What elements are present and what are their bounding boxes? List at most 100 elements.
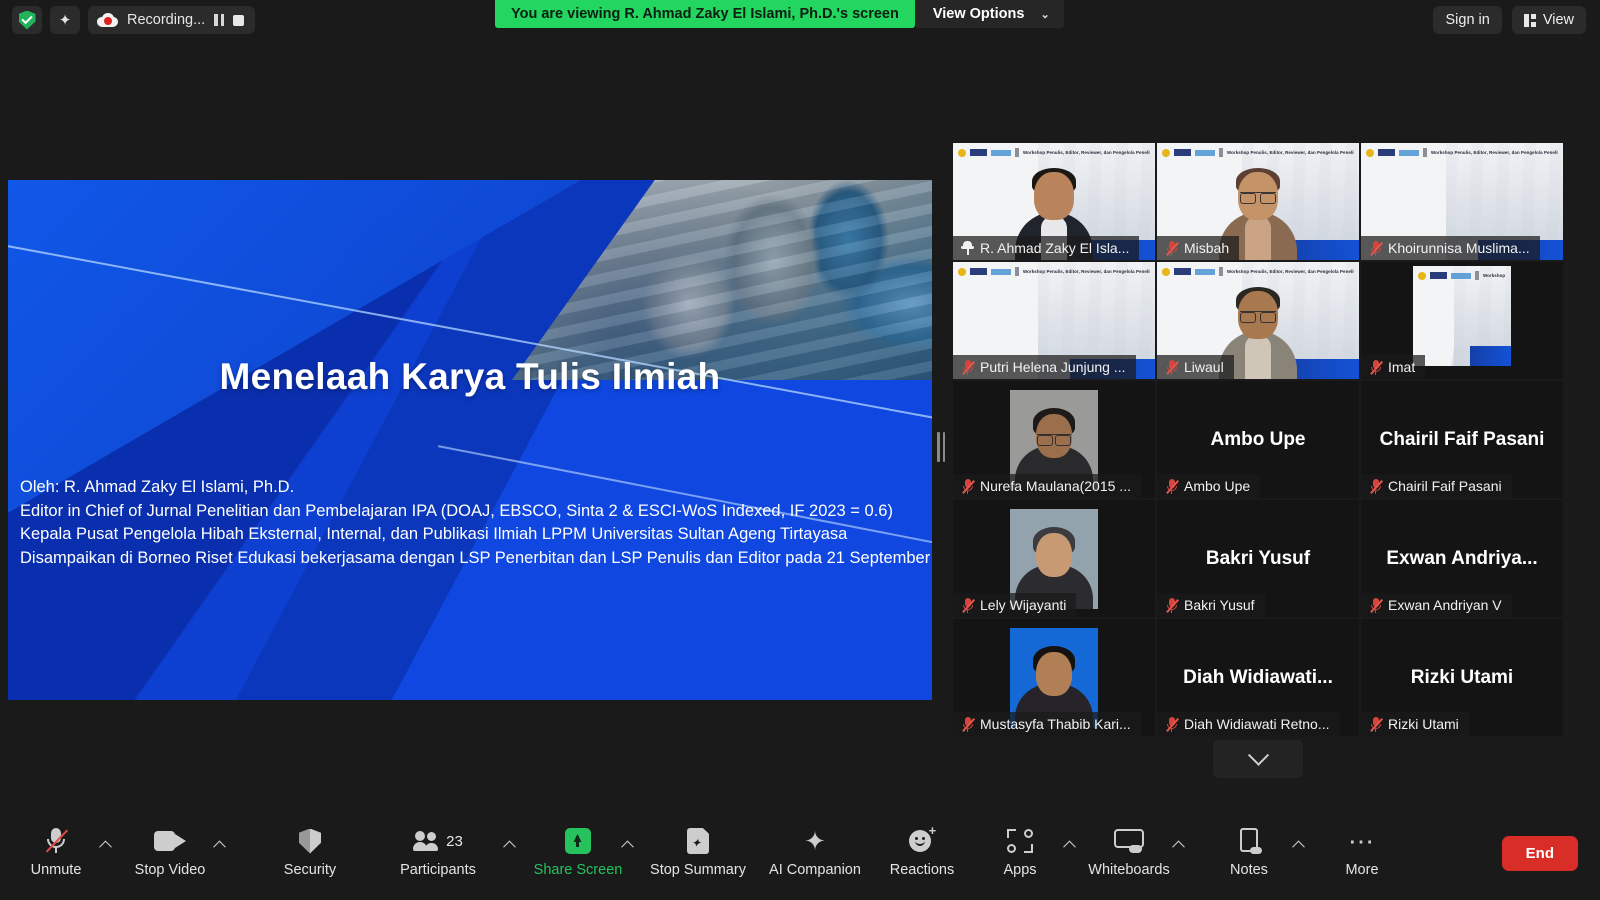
sign-in-label: Sign in bbox=[1445, 12, 1490, 28]
participant-tile[interactable]: Rizki Utami Rizki Utami bbox=[1361, 619, 1563, 736]
toolbar-participants-button[interactable]: 23 Participants bbox=[383, 826, 493, 878]
slide-line-4: Disampaikan di Borneo Riset Edukasi beke… bbox=[20, 548, 932, 567]
slide-header-text: Workshop Penulis, Editor, Reviewer, dan … bbox=[1023, 150, 1150, 155]
sign-in-button[interactable]: Sign in bbox=[1433, 6, 1502, 34]
notes-icon bbox=[1238, 826, 1262, 856]
slide-line-3: Kepala Pusat Pengelola Hibah Eksternal, … bbox=[20, 525, 848, 543]
toolbar-button-label: Notes bbox=[1230, 862, 1268, 878]
toolbar-reactions-button[interactable]: + Reactions bbox=[867, 824, 977, 878]
pause-recording-button[interactable] bbox=[214, 14, 225, 26]
slide-header-strip: Workshop Penulis, Editor, Reviewer, dan … bbox=[958, 148, 1150, 157]
security-shield-button[interactable] bbox=[12, 6, 42, 34]
toolbar-notes-button[interactable]: Notes bbox=[1194, 826, 1304, 878]
participant-name: Exwan Andriyan V bbox=[1388, 597, 1502, 613]
ellipsis-icon: ⋯ bbox=[1348, 826, 1376, 856]
tile-name-label: R. Ahmad Zaky El Isla... bbox=[953, 236, 1140, 260]
chevron-up-icon[interactable] bbox=[502, 838, 516, 852]
participant-tile[interactable]: Workshop Penulis, Editor, Reviewer, dan … bbox=[1361, 143, 1563, 260]
toolbar-button-label: Participants bbox=[400, 862, 476, 878]
ai-companion-button[interactable]: ✦ bbox=[50, 6, 80, 34]
participant-name: Ambo Upe bbox=[1184, 478, 1251, 494]
participant-name: Nurefa Maulana(2015 ... bbox=[980, 478, 1131, 494]
chevron-up-icon[interactable] bbox=[620, 838, 634, 852]
slide-header-text: Workshop Penulis, Editor, Reviewer, dan … bbox=[1227, 150, 1354, 155]
participant-name: Mustasyfa Thabib Kari... bbox=[980, 716, 1131, 732]
participant-tile[interactable]: Mustasyfa Thabib Kari... bbox=[953, 619, 1155, 736]
view-layout-button[interactable]: View bbox=[1511, 6, 1586, 34]
toolbar-security-button[interactable]: Security bbox=[255, 826, 365, 878]
stop-recording-button[interactable] bbox=[233, 14, 245, 26]
participant-tile[interactable]: Workshop Penulis, Editor, Reviewer, dan … bbox=[1157, 143, 1359, 260]
microphone-muted-icon bbox=[961, 359, 975, 375]
participant-tile[interactable]: Nurefa Maulana(2015 ... bbox=[953, 381, 1155, 498]
microphone-muted-icon bbox=[1369, 359, 1383, 375]
participants-count: 23 bbox=[446, 832, 463, 850]
chevron-up-icon[interactable] bbox=[212, 838, 226, 852]
reactions-icon: + bbox=[909, 824, 936, 856]
end-meeting-button[interactable]: End bbox=[1501, 836, 1578, 871]
shield-check-icon bbox=[18, 10, 36, 30]
cloud-recording-icon bbox=[97, 13, 118, 27]
chevron-up-icon[interactable] bbox=[1171, 838, 1185, 852]
toolbar-button-label: Share Screen bbox=[533, 862, 623, 878]
participant-tile[interactable]: Exwan Andriya... Exwan Andriyan V bbox=[1361, 500, 1563, 617]
slide-body-text: Oleh: R. Ahmad Zaky El Islami, Ph.D. Edi… bbox=[20, 476, 932, 569]
participant-tile[interactable]: Workshop Penulis, Editor, Imat bbox=[1361, 262, 1563, 379]
participant-name: R. Ahmad Zaky El Isla... bbox=[980, 240, 1130, 256]
toolbar-ai-companion-button[interactable]: ✦ AI Companion bbox=[760, 826, 870, 878]
participant-tile[interactable]: Ambo Upe Ambo Upe bbox=[1157, 381, 1359, 498]
participant-tile[interactable]: Chairil Faif Pasani Chairil Faif Pasani bbox=[1361, 381, 1563, 498]
participant-name: Imat bbox=[1388, 359, 1416, 375]
toolbar-whiteboards-button[interactable]: Whiteboards bbox=[1074, 826, 1184, 878]
gallery-scroll-down-button[interactable] bbox=[1213, 740, 1303, 778]
toolbar-stop-video-button[interactable]: Stop Video bbox=[115, 826, 225, 878]
tile-name-label: Chairil Faif Pasani bbox=[1361, 474, 1512, 498]
tile-name-label: Exwan Andriyan V bbox=[1361, 593, 1512, 617]
share-screen-icon bbox=[565, 826, 591, 856]
toolbar-button-label: Apps bbox=[1003, 862, 1037, 878]
chevron-up-icon[interactable] bbox=[98, 838, 112, 852]
participant-tile[interactable]: Workshop Penulis, Editor, Reviewer, dan … bbox=[953, 143, 1155, 260]
participant-name: Liwaul bbox=[1184, 359, 1224, 375]
toolbar-unmute-button[interactable]: Unmute bbox=[1, 826, 111, 878]
toolbar-more-button[interactable]: ⋯ More bbox=[1307, 826, 1417, 878]
participant-tile[interactable]: Workshop Penulis, Editor, Reviewer, dan … bbox=[1157, 262, 1359, 379]
shared-screen-content[interactable]: Menelaah Karya Tulis Ilmiah Oleh: R. Ahm… bbox=[8, 180, 932, 700]
tile-name-label: Lely Wijayanti bbox=[953, 593, 1077, 617]
microphone-muted-icon bbox=[961, 597, 975, 613]
toolbar-share-screen-button[interactable]: Share Screen bbox=[523, 826, 633, 878]
participant-tile[interactable]: Diah Widiawati... Diah Widiawati Retno... bbox=[1157, 619, 1359, 736]
slide-header-text: Workshop Penulis, Editor, Reviewer, dan … bbox=[1227, 269, 1354, 274]
whiteboard-icon bbox=[1114, 826, 1144, 856]
zoom-meeting-window: ✦ Recording... You are viewing R. Ahmad … bbox=[0, 0, 1600, 900]
microphone-muted-icon bbox=[1165, 240, 1179, 256]
recording-indicator[interactable]: Recording... bbox=[88, 6, 256, 34]
slide-header-strip: Workshop Penulis, Editor, Reviewer, dan … bbox=[1366, 148, 1558, 157]
participant-gallery: Workshop Penulis, Editor, Reviewer, dan … bbox=[953, 143, 1565, 736]
toolbar-stop-summary-button[interactable]: ✦ Stop Summary bbox=[643, 826, 753, 878]
shield-icon bbox=[299, 826, 321, 856]
meeting-toolbar: Unmute Stop Video Security 23 Participants Sh… bbox=[0, 814, 1600, 900]
participant-name: Misbah bbox=[1184, 240, 1230, 256]
tile-name-label: Rizki Utami bbox=[1361, 712, 1469, 736]
participant-tile[interactable]: Bakri Yusuf Bakri Yusuf bbox=[1157, 500, 1359, 617]
recording-label: Recording... bbox=[127, 12, 206, 28]
sparkle-icon: ✦ bbox=[58, 11, 72, 29]
participant-name: Chairil Faif Pasani bbox=[1388, 478, 1502, 494]
microphone-muted-icon bbox=[1369, 716, 1383, 732]
participant-name: Rizki Utami bbox=[1388, 716, 1459, 732]
toolbar-button-label: Stop Summary bbox=[650, 862, 746, 878]
top-right-controls: Sign in View bbox=[1433, 6, 1586, 34]
slide-header-text: Workshop Penulis, Editor, Reviewer, dan … bbox=[1431, 150, 1558, 155]
slide-header-strip: Workshop Penulis, Editor, bbox=[1418, 271, 1506, 280]
participant-tile[interactable]: Workshop Penulis, Editor, Reviewer, dan … bbox=[953, 262, 1155, 379]
toolbar-apps-button[interactable]: Apps bbox=[965, 826, 1075, 878]
slide-title: Menelaah Karya Tulis Ilmiah bbox=[219, 356, 721, 397]
apps-icon bbox=[1007, 826, 1033, 856]
participant-tile[interactable]: Lely Wijayanti bbox=[953, 500, 1155, 617]
participant-name: Khoirunnisa Muslima... bbox=[1388, 240, 1530, 256]
chevron-up-icon[interactable] bbox=[1291, 838, 1305, 852]
tile-name-label: Mustasyfa Thabib Kari... bbox=[953, 712, 1141, 736]
panel-resize-handle[interactable] bbox=[936, 430, 946, 464]
view-options-button[interactable]: View Options ⌄ bbox=[914, 0, 1064, 28]
